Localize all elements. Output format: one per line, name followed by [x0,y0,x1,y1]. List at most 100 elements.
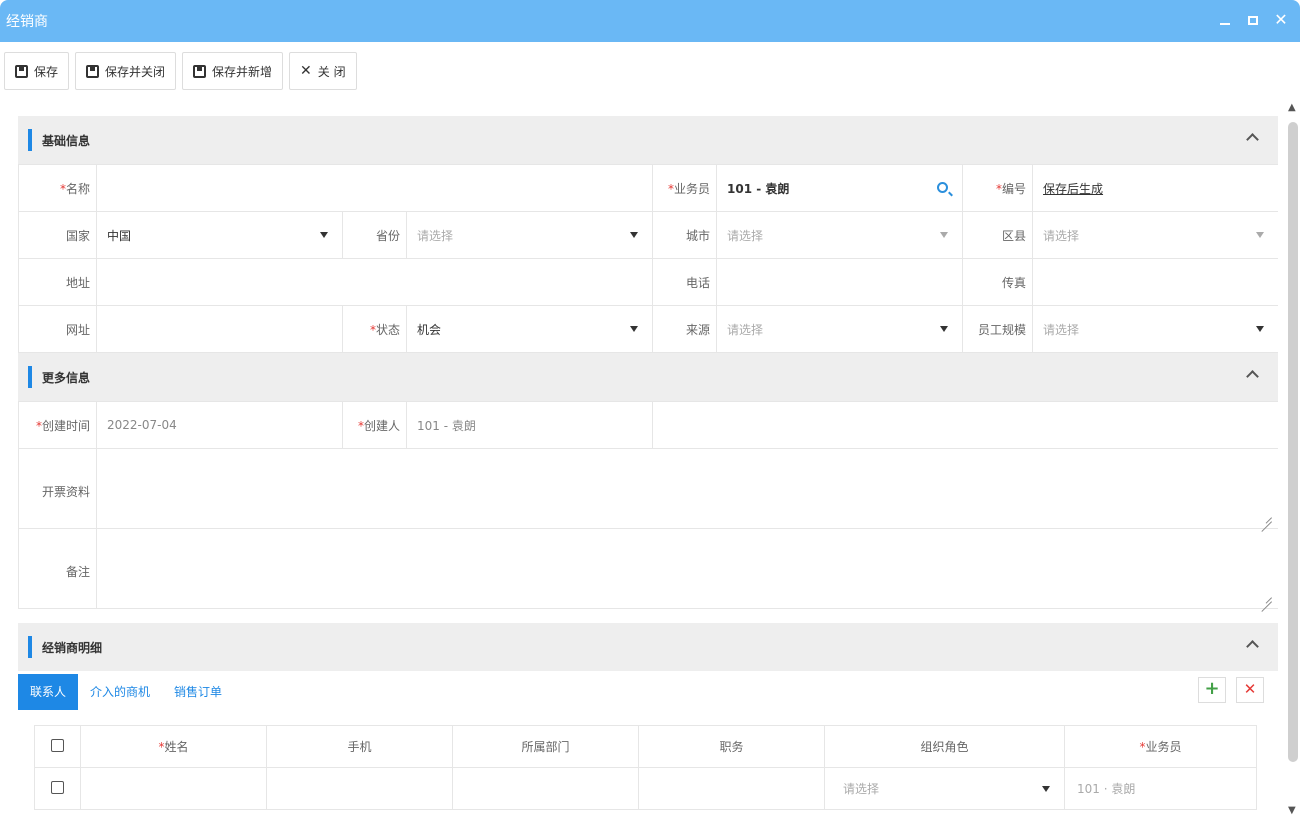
chevron-down-icon [1256,232,1265,238]
search-icon[interactable] [937,182,949,193]
phone-input[interactable] [716,258,964,306]
province-select[interactable]: 请选择 [405,211,654,259]
fax-label: 传真 [962,258,1034,306]
code-value: 保存后生成 [1043,181,1104,196]
save-and-new-button[interactable]: 保存并新增 [182,52,284,90]
section-accent-bar [28,636,32,658]
cell-org-role-select[interactable]: 请选择 [824,767,1065,810]
save-icon [193,64,207,78]
created-time-label: *创建时间 [18,401,97,449]
source-select[interactable]: 请选择 [716,305,964,353]
maximize-button[interactable] [1246,10,1260,30]
delete-row-button[interactable]: ✕ [1236,677,1264,703]
cell-position[interactable] [638,767,825,810]
cell-name[interactable] [80,767,267,810]
address-input[interactable] [95,258,654,306]
name-input[interactable] [95,164,654,212]
website-input[interactable] [96,305,343,353]
salesman-field[interactable]: 101 - 袁朗 [716,164,964,212]
resize-handle-icon[interactable] [1260,510,1272,522]
row-checkbox-cell[interactable] [34,767,81,810]
section-more-info[interactable]: 更多信息 [18,353,1278,401]
tab-sales-orders[interactable]: 销售订单 [162,674,234,710]
section-basic-info[interactable]: 基础信息 [18,116,1278,164]
country-select[interactable]: 中国 [96,211,343,259]
fax-input[interactable] [1032,258,1278,306]
toolbar: 保存 保存并关闭 保存并新增 ✕ 关 闭 [4,52,357,90]
cell-department[interactable] [452,767,639,810]
province-value: 请选择 [417,228,454,243]
remark-textarea[interactable] [96,528,1278,609]
table-row: 请选择 101 · 袁朗 [34,767,1257,810]
status-label: *状态 [342,305,407,353]
collapse-chevron-icon[interactable] [1246,639,1258,651]
save-and-new-label: 保存并新增 [212,64,273,79]
created-time-field: 2022-07-04 [96,401,343,449]
col-name: *姓名 [80,725,267,768]
chevron-down-icon [320,232,328,238]
grid-header-row: *姓名 手机 所属部门 职务 组织角色 *业务员 [34,725,1257,768]
window-title-bar: 经销商 ✕ [0,0,1300,42]
chevron-down-icon [630,232,639,238]
detail-tabs: 联系人 介入的商机 销售订单 + ✕ [18,671,1278,713]
col-department: 所属部门 [452,725,639,768]
status-select[interactable]: 机会 [405,305,654,353]
section-dealer-detail[interactable]: 经销商明细 [18,623,1278,671]
save-button[interactable]: 保存 [4,52,70,90]
close-label: 关 闭 [317,64,346,79]
resize-handle-icon[interactable] [1260,590,1272,602]
cell-salesman[interactable]: 101 · 袁朗 [1064,767,1257,810]
scroll-down-icon[interactable]: ▼ [1288,805,1296,816]
staff-size-select[interactable]: 请选择 [1032,305,1278,353]
row-salesman-value: 101 · 袁朗 [1077,782,1136,796]
collapse-chevron-icon[interactable] [1246,132,1258,144]
salesman-label: *业务员 [652,164,718,212]
city-select[interactable]: 请选择 [716,211,964,259]
district-value: 请选择 [1043,228,1080,243]
col-position: 职务 [638,725,825,768]
address-label: 地址 [18,258,97,306]
name-label: *名称 [18,164,97,212]
select-all-checkbox-cell[interactable] [34,725,81,768]
org-role-value: 请选择 [843,782,880,796]
close-icon: ✕ [300,63,312,79]
phone-label: 电话 [652,258,718,306]
vertical-scrollbar[interactable]: ▲ ▼ [1286,100,1300,818]
tab-opportunities[interactable]: 介入的商机 [78,674,162,710]
close-button[interactable]: ✕ 关 闭 [289,52,357,90]
district-label: 区县 [962,211,1034,259]
minimize-button[interactable] [1218,10,1232,30]
section-accent-bar [28,129,32,151]
col-mobile: 手机 [266,725,453,768]
contacts-grid: *姓名 手机 所属部门 职务 组织角色 *业务员 请选择 101 · 袁朗 [34,725,1257,810]
select-all-checkbox[interactable] [51,738,64,752]
invoice-label: 开票资料 [18,448,97,529]
scroll-up-icon[interactable]: ▲ [1288,102,1296,113]
scrollbar-thumb[interactable] [1288,122,1298,762]
country-label: 国家 [18,211,97,259]
province-label: 省份 [342,211,407,259]
country-value: 中国 [107,228,132,243]
add-row-button[interactable]: + [1198,677,1226,703]
more-info-form: *创建时间 2022-07-04 *创建人 101 - 袁朗 开票资料 备注 [18,401,1278,609]
cell-mobile[interactable] [266,767,453,810]
created-time-value: 2022-07-04 [107,418,177,432]
save-and-close-button[interactable]: 保存并关闭 [75,52,177,90]
maximize-icon [1248,16,1258,25]
creator-value: 101 - 袁朗 [417,418,476,433]
tab-contacts[interactable]: 联系人 [18,674,79,710]
creator-field: 101 - 袁朗 [406,401,653,449]
code-label: *编号 [962,164,1034,212]
close-window-button[interactable]: ✕ [1274,10,1288,30]
collapse-chevron-icon[interactable] [1246,369,1258,381]
col-salesman: *业务员 [1064,725,1257,768]
save-icon [86,64,100,78]
section-accent-bar [28,366,32,388]
invoice-textarea[interactable] [96,448,1278,529]
window-controls: ✕ [1218,10,1288,30]
row-checkbox[interactable] [51,780,64,794]
save-and-close-label: 保存并关闭 [105,64,166,79]
source-value: 请选择 [727,322,764,337]
district-select[interactable]: 请选择 [1032,211,1278,259]
